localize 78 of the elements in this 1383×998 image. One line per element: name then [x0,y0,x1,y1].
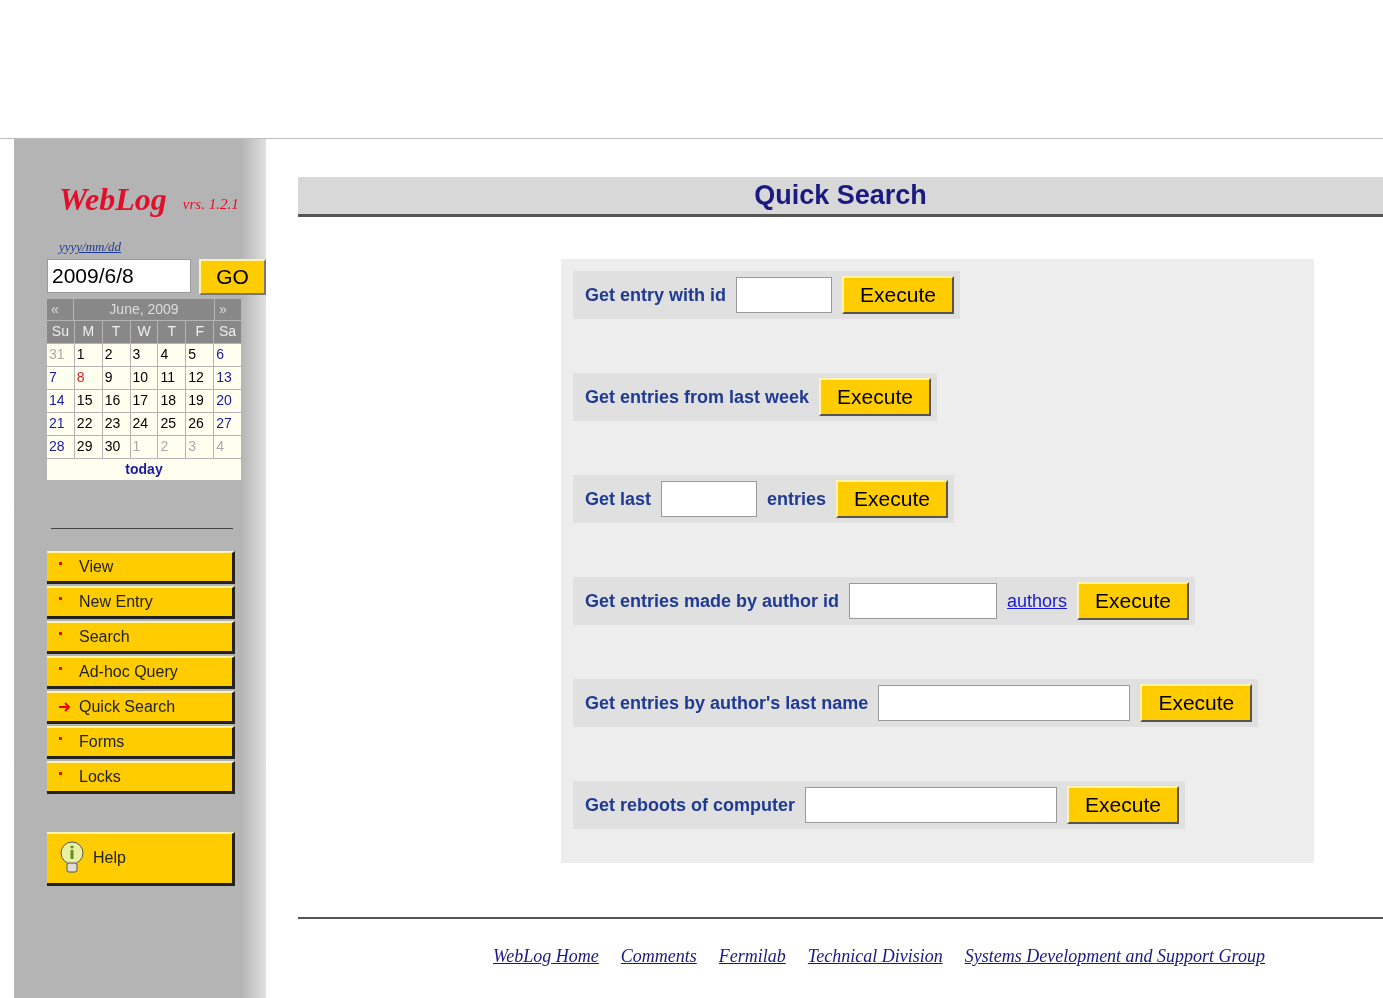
calendar-day[interactable]: 2 [102,343,130,366]
calendar-day[interactable]: 25 [158,412,186,435]
date-field[interactable]: 2009/6/8 [47,258,191,293]
calendar-day[interactable]: 16 [102,389,130,412]
help-button[interactable]: Help [47,831,235,886]
calendar-day[interactable]: 14 [47,389,74,412]
execute-button[interactable]: Execute [1140,684,1253,722]
weekday-header: W [130,320,158,343]
calendar-day[interactable]: 29 [74,435,102,458]
weekday-header: M [74,320,102,343]
calendar-day[interactable]: 3 [130,343,158,366]
calendar-day[interactable]: 1 [74,343,102,366]
calendar-day[interactable]: 18 [158,389,186,412]
calendar-day[interactable]: 4 [158,343,186,366]
execute-button[interactable]: Execute [842,276,954,314]
calendar-day[interactable]: 11 [158,366,186,389]
query-label: Get entries by author's last name [585,691,869,715]
calendar-day[interactable]: 10 [130,366,158,389]
query-label: Get last [585,487,652,511]
calendar-day[interactable]: 5 [186,343,214,366]
weekday-header: Su [47,320,74,343]
calendar-day[interactable]: 12 [186,366,214,389]
nav-button[interactable]: Ad-hoc Query [47,655,235,689]
query-label: Get entries from last week [585,385,810,409]
calendar-day[interactable]: 13 [214,366,241,389]
input-field[interactable] [849,583,998,619]
date-format-hint: yyyy/mm/dd [59,238,123,256]
calendar-day[interactable]: 7 [47,366,74,389]
calendar-day[interactable]: 6 [214,343,241,366]
calendar-day[interactable]: 21 [47,412,74,435]
footer-link[interactable]: Systems Development and Support Group [964,943,1265,970]
weekday-header: Sa [214,320,241,343]
calendar-day[interactable]: 19 [186,389,214,412]
calendar-day[interactable]: 26 [186,412,214,435]
calendar-day[interactable]: 15 [74,389,102,412]
execute-button[interactable]: Execute [819,378,931,416]
footer-link[interactable]: Technical Division [807,943,943,970]
calendar-day[interactable]: 28 [47,435,74,458]
input-field[interactable] [878,685,1131,721]
lightbulb-icon [59,841,85,875]
query-label: entries [767,487,827,511]
calendar-day[interactable]: 20 [214,389,241,412]
execute-button[interactable]: Execute [836,480,948,518]
go-button[interactable]: GO [199,258,266,295]
execute-button[interactable]: Execute [1067,786,1179,824]
footer-link[interactable]: Fermilab [718,943,786,970]
calendar-day[interactable]: 27 [214,412,241,435]
calendar-day[interactable]: 24 [130,412,158,435]
calendar-day[interactable]: 22 [74,412,102,435]
footer-link[interactable]: WebLog Home [493,943,599,970]
logo-text: WebLog [59,183,167,215]
weekday-header: T [158,320,186,343]
nav-button[interactable]: New Entry [47,585,235,619]
input-field[interactable] [805,787,1057,823]
version-text: vrs. 1.2.1 [182,194,239,214]
page-title: Quick Search [754,179,927,213]
calendar-day[interactable]: 17 [130,389,158,412]
footer-link[interactable]: Comments [620,943,697,970]
weekday-header: T [102,320,130,343]
nav-button[interactable]: Forms [47,725,235,759]
weekday-header: F [186,320,214,343]
query-label: Get entries made by author id [585,589,840,613]
calendar-day[interactable]: 8 [74,366,102,389]
calendar-day[interactable]: 23 [102,412,130,435]
nav-button[interactable]: Quick Search [47,690,235,724]
nav-button[interactable]: View [47,550,235,584]
today-link[interactable]: today [125,460,163,477]
authors-link[interactable]: authors [1007,587,1068,615]
execute-button[interactable]: Execute [1077,582,1189,620]
calendar-day[interactable]: 30 [102,435,130,458]
nav-button[interactable]: Locks [47,760,235,794]
month-title: June, 2009 [74,298,214,320]
nav-button[interactable]: Search [47,620,235,654]
query-label: Get reboots of computer [585,793,795,817]
calendar-day[interactable]: 9 [102,366,130,389]
query-label: Get entry with id [585,283,726,307]
input-field[interactable] [736,277,832,313]
input-field[interactable] [661,481,758,517]
